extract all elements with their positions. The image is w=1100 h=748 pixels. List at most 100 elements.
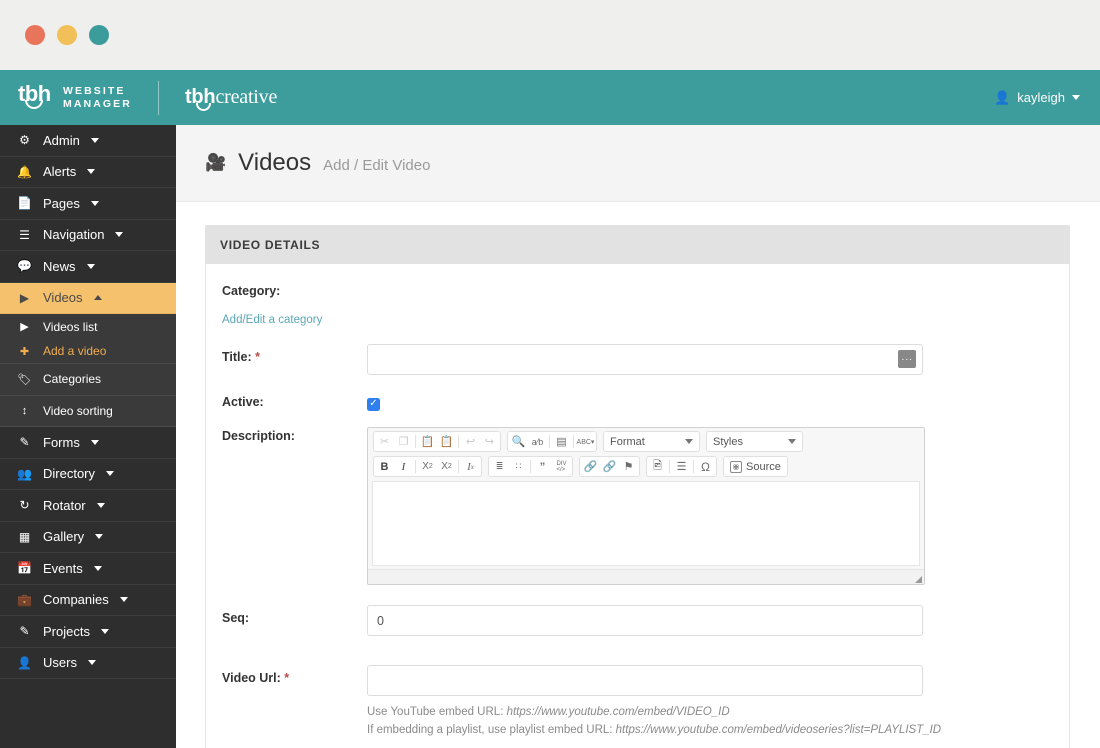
calendar-icon: 📅 — [17, 561, 32, 576]
helper-2-prefix: If embedding a playlist, use playlist em… — [367, 724, 616, 736]
cut-icon[interactable]: ✂ — [375, 432, 394, 451]
editor-format-dropdown[interactable]: Format — [603, 431, 700, 452]
form-row-title: Title: * ··· — [222, 344, 1053, 375]
sidebar-item-label: Navigation — [43, 227, 105, 243]
special-char-icon[interactable]: Ω — [696, 457, 715, 476]
sidebar-item-rotator[interactable]: ↻ Rotator — [0, 490, 176, 522]
close-button[interactable] — [25, 25, 45, 45]
play-icon: ▶ — [20, 321, 29, 333]
numbered-list-icon[interactable]: ≣ — [490, 457, 509, 476]
undo-icon[interactable]: ↩ — [461, 432, 480, 451]
agency-smile-icon — [195, 103, 211, 111]
spellcheck-icon[interactable]: ABC▾ — [576, 432, 595, 451]
comment-icon: 💬 — [17, 259, 32, 274]
active-label: Active: — [222, 395, 264, 409]
sidebar: ⚙ Admin 🔔 Alerts 📄 Pages ☰ Navigation 💬 … — [0, 125, 176, 748]
sidebar-item-news[interactable]: 💬 News — [0, 251, 176, 283]
page-header: 🎥 Videos Add / Edit Video — [176, 125, 1100, 202]
form-row-seq: Seq: — [222, 605, 1053, 636]
sidebar-subitem-add-a-video[interactable]: ✚ Add a video — [0, 339, 176, 364]
sidebar-item-alerts[interactable]: 🔔 Alerts — [0, 157, 176, 188]
sidebar-item-companies[interactable]: 💼 Companies — [0, 585, 176, 616]
minimize-button[interactable] — [57, 25, 77, 45]
sidebar-subitem-videos-list[interactable]: ▶ Videos list — [0, 314, 176, 339]
sidebar-item-videos[interactable]: ▶ Videos — [0, 282, 176, 314]
video-url-input[interactable] — [367, 665, 923, 696]
panel-body: Category: Add/Edit a category Title: * ·… — [206, 264, 1069, 748]
toolbar-separator — [458, 435, 459, 448]
content-area: VIDEO DETAILS Category: Add/Edit a categ… — [176, 202, 1100, 748]
plus-icon: ✚ — [19, 345, 30, 358]
title-label-text: Title: — [222, 350, 252, 364]
chevron-down-icon — [115, 232, 124, 238]
image-icon[interactable]: 🖻 — [648, 457, 667, 476]
title-extra-button[interactable]: ··· — [898, 350, 916, 368]
editor-source-button[interactable]: ◉ Source — [723, 456, 788, 477]
maximize-button[interactable] — [89, 25, 109, 45]
horizontal-rule-icon[interactable]: ☰ — [672, 457, 691, 476]
find-icon[interactable]: 🔍 — [509, 432, 528, 451]
brand-divider — [157, 80, 159, 115]
video-details-panel: VIDEO DETAILS Category: Add/Edit a categ… — [205, 225, 1070, 748]
grid-icon: ▦ — [18, 529, 31, 544]
select-all-icon[interactable]: ▤ — [552, 432, 571, 451]
anchor-icon[interactable]: ⚑ — [619, 457, 638, 476]
helper-1-url: https://www.youtube.com/embed/VIDEO_ID — [506, 706, 730, 718]
sidebar-item-forms[interactable]: ✎ Forms — [0, 427, 176, 459]
link-icon[interactable]: 🔗 — [581, 457, 600, 476]
agency-brand[interactable]: tbhcreative — [185, 86, 277, 111]
chevron-down-icon — [1072, 95, 1080, 100]
toolbar-separator — [573, 435, 574, 448]
sidebar-item-admin[interactable]: ⚙ Admin — [0, 125, 176, 157]
video-url-label-text: Video Url: — [222, 671, 281, 685]
sidebar-item-gallery[interactable]: ▦ Gallery — [0, 522, 176, 553]
remove-format-icon[interactable]: Ix — [461, 457, 480, 476]
toolbar-separator — [415, 460, 416, 473]
title-input[interactable] — [367, 344, 923, 375]
div-container-icon[interactable]: DIV </> — [552, 457, 571, 476]
category-label: Category: — [222, 284, 281, 298]
bulleted-list-icon[interactable]: ∷ — [509, 457, 528, 476]
editor-content-area[interactable] — [372, 481, 920, 566]
editor-styles-dropdown[interactable]: Styles — [706, 431, 803, 452]
main-content: 🎥 Videos Add / Edit Video VIDEO DETAILS … — [176, 125, 1100, 748]
logo-line-1: WEBSITE — [63, 84, 126, 97]
sidebar-item-directory[interactable]: 👥 Directory — [0, 459, 176, 490]
top-brand-bar: tbh WEBSITE MANAGER tbhcreative 👤 kaylei… — [0, 70, 1100, 125]
editor-group-editing: 🔍 a⁄b ▤ ABC▾ — [507, 431, 597, 452]
active-checkbox[interactable]: ✓ — [367, 397, 380, 411]
editor-resize-handle[interactable] — [915, 576, 922, 583]
seq-input[interactable] — [367, 605, 923, 636]
source-icon: ◉ — [730, 460, 742, 473]
bold-icon[interactable]: B — [375, 457, 394, 476]
italic-icon[interactable]: I — [394, 457, 413, 476]
editor-toolbar-row-2: B I X2 X2 Ix ≣ ∷ ” DIV </> 🔗 🔗 ⚑ 🖻 ☰ Ω ◉… — [368, 453, 924, 478]
sidebar-item-projects[interactable]: ✎ Projects — [0, 616, 176, 648]
sidebar-item-events[interactable]: 📅 Events — [0, 553, 176, 585]
sidebar-item-label: Pages — [43, 195, 80, 211]
add-edit-category-link[interactable]: Add/Edit a category — [222, 314, 322, 326]
toolbar-separator — [549, 435, 550, 448]
subscript-icon[interactable]: X2 — [418, 457, 437, 476]
sidebar-item-navigation[interactable]: ☰ Navigation — [0, 220, 176, 251]
page-title: Videos — [238, 149, 312, 176]
copy-icon[interactable]: ❐ — [394, 432, 413, 451]
sidebar-subitem-categories[interactable]: 🏷 Categories — [0, 364, 176, 396]
sidebar-subitem-label: Categories — [43, 372, 102, 387]
user-menu[interactable]: 👤 kayleigh — [994, 90, 1080, 106]
sidebar-item-users[interactable]: 👤 Users — [0, 648, 176, 679]
form-row-video-url: Video Url: * Use YouTube embed URL: http… — [222, 665, 1053, 739]
unlink-icon[interactable]: 🔗 — [600, 457, 619, 476]
paste-icon[interactable]: 📋 — [418, 432, 437, 451]
paste-from-word-icon[interactable]: 📋 — [437, 432, 456, 451]
chevron-down-icon — [119, 597, 128, 603]
blockquote-icon[interactable]: ” — [533, 457, 552, 476]
redo-icon[interactable]: ↪ — [480, 432, 499, 451]
toolbar-separator — [530, 460, 531, 473]
sidebar-subitem-video-sorting[interactable]: ↕ Video sorting — [0, 396, 176, 427]
replace-icon[interactable]: a⁄b — [528, 432, 547, 451]
superscript-icon[interactable]: X2 — [437, 457, 456, 476]
chevron-down-icon — [106, 471, 115, 477]
sidebar-item-pages[interactable]: 📄 Pages — [0, 188, 176, 220]
app-logo[interactable]: tbh WEBSITE MANAGER — [18, 82, 132, 113]
